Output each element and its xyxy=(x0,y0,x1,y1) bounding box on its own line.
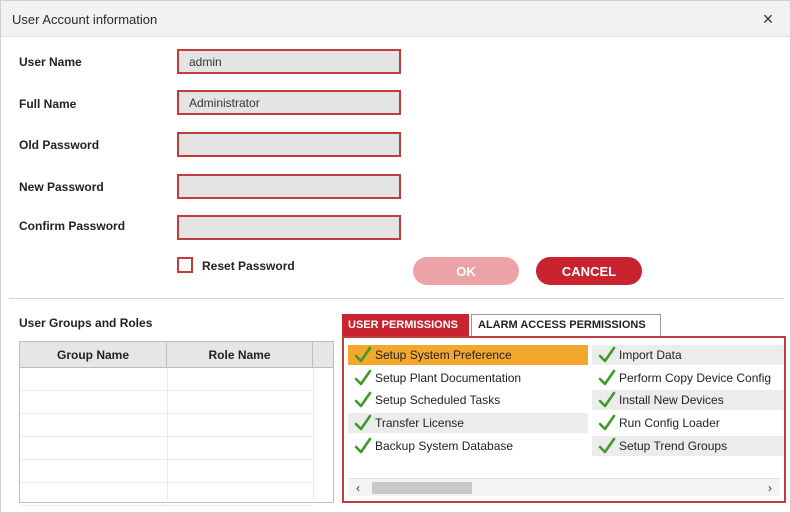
cancel-button[interactable]: CANCEL xyxy=(536,257,642,285)
permission-label: Import Data xyxy=(619,348,682,362)
confirm-password-field[interactable] xyxy=(177,215,401,240)
permission-label: Install New Devices xyxy=(619,393,724,407)
check-icon xyxy=(598,437,616,454)
permission-item[interactable]: Install New Devices xyxy=(592,390,784,410)
table-column-divider xyxy=(313,368,314,504)
permission-label: Run Config Loader xyxy=(619,416,720,430)
permission-label: Setup Scheduled Tasks xyxy=(375,393,501,407)
confirm-password-label: Confirm Password xyxy=(19,219,126,233)
table-row[interactable] xyxy=(20,391,313,414)
check-icon xyxy=(598,369,616,386)
new-password-field[interactable] xyxy=(177,174,401,199)
groups-roles-table[interactable]: Group Name Role Name xyxy=(19,341,334,506)
user-account-dialog: User Account information × User Name Ful… xyxy=(0,0,791,513)
table-row[interactable] xyxy=(20,414,313,437)
check-icon xyxy=(354,346,372,363)
reset-password-checkbox[interactable] xyxy=(177,257,193,273)
permission-label: Backup System Database xyxy=(375,439,514,453)
permission-label: Setup Trend Groups xyxy=(619,439,728,453)
permission-item[interactable]: Transfer License xyxy=(348,413,588,433)
table-row[interactable] xyxy=(20,368,313,391)
horizontal-scrollbar[interactable]: ‹ › xyxy=(348,478,780,496)
table-header: Group Name Role Name xyxy=(20,342,333,368)
user-name-field[interactable] xyxy=(177,49,401,74)
close-icon[interactable]: × xyxy=(756,7,780,31)
permissions-list[interactable]: Setup System Preference Setup Plant Docu… xyxy=(342,336,786,503)
check-icon xyxy=(354,369,372,386)
scrollbar-thumb[interactable] xyxy=(372,482,472,494)
table-row[interactable] xyxy=(20,460,313,483)
permission-label: Transfer License xyxy=(375,416,464,430)
permission-item[interactable]: Setup Trend Groups xyxy=(592,436,784,456)
check-icon xyxy=(598,346,616,363)
check-icon xyxy=(354,437,372,454)
group-name-column-header[interactable]: Group Name xyxy=(20,342,167,368)
section-divider xyxy=(9,298,784,299)
check-icon xyxy=(598,414,616,431)
title-bar: User Account information × xyxy=(1,1,790,37)
new-password-label: New Password xyxy=(19,180,104,194)
check-icon xyxy=(354,414,372,431)
user-groups-roles-label: User Groups and Roles xyxy=(19,316,153,330)
full-name-label: Full Name xyxy=(19,97,77,111)
reset-password-label[interactable]: Reset Password xyxy=(202,259,295,273)
permission-item[interactable]: Backup System Database xyxy=(348,436,588,456)
scroll-right-icon[interactable]: › xyxy=(762,479,778,497)
tab-alarm-access-permissions[interactable]: ALARM ACCESS PERMISSIONS xyxy=(471,314,661,336)
old-password-field[interactable] xyxy=(177,132,401,157)
role-name-column-header[interactable]: Role Name xyxy=(167,342,313,368)
ok-button[interactable]: OK xyxy=(413,257,519,285)
table-row[interactable] xyxy=(20,483,313,506)
check-icon xyxy=(354,391,372,408)
permission-item[interactable]: Perform Copy Device Config xyxy=(592,368,784,388)
user-name-label: User Name xyxy=(19,55,82,69)
permission-label: Setup Plant Documentation xyxy=(375,371,522,385)
permission-label: Setup System Preference xyxy=(375,348,512,362)
permission-item[interactable]: Setup Scheduled Tasks xyxy=(348,390,588,410)
full-name-field[interactable] xyxy=(177,90,401,115)
tab-user-permissions[interactable]: USER PERMISSIONS xyxy=(342,314,469,336)
permission-item[interactable]: Run Config Loader xyxy=(592,413,784,433)
dialog-title: User Account information xyxy=(12,12,158,27)
table-row[interactable] xyxy=(20,437,313,460)
permission-item[interactable]: Import Data xyxy=(592,345,784,365)
permission-item[interactable]: Setup Plant Documentation xyxy=(348,368,588,388)
permission-label: Perform Copy Device Config xyxy=(619,371,772,385)
scroll-left-icon[interactable]: ‹ xyxy=(350,479,366,497)
check-icon xyxy=(598,391,616,408)
old-password-label: Old Password xyxy=(19,138,100,152)
permission-item[interactable]: Setup System Preference xyxy=(348,345,588,365)
